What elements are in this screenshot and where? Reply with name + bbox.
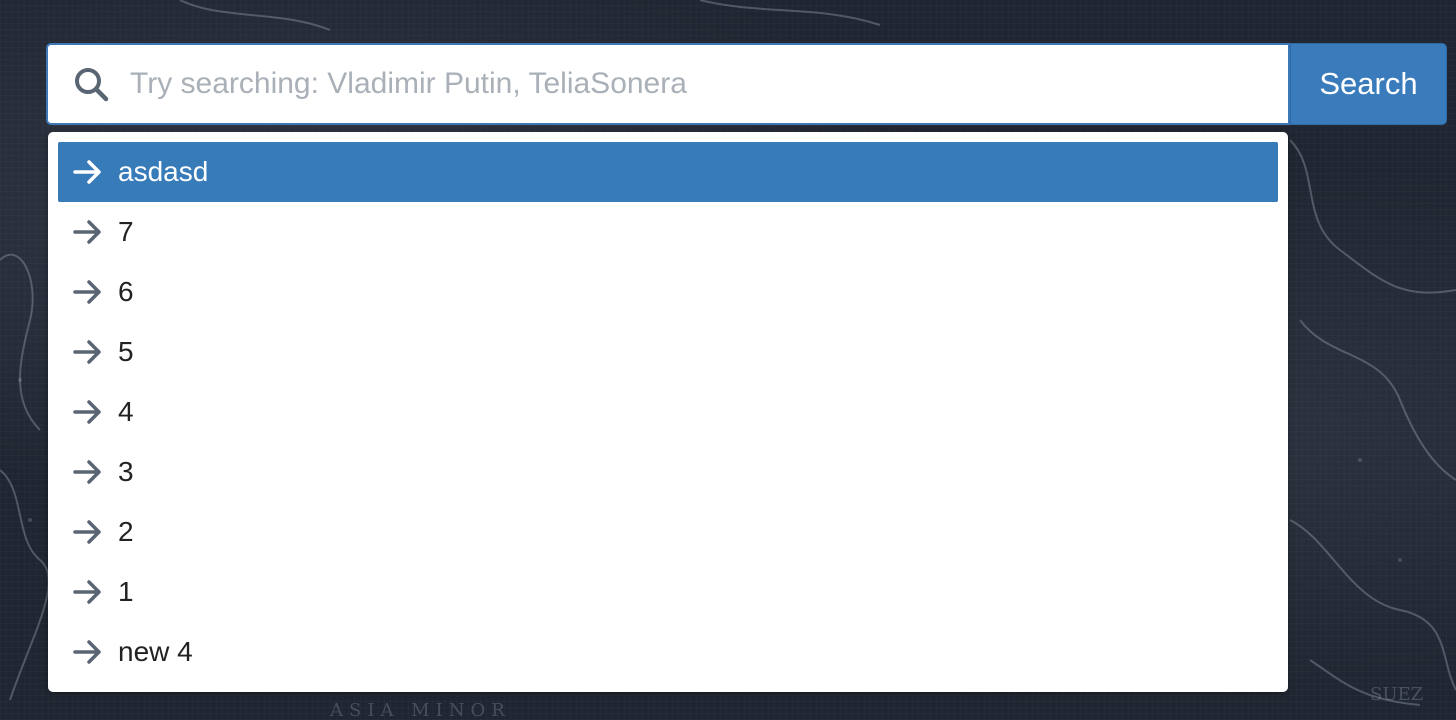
- search-icon: [72, 65, 110, 103]
- suggestion-item[interactable]: asdasd: [58, 142, 1278, 202]
- arrow-right-icon: [72, 456, 104, 488]
- arrow-right-icon: [72, 396, 104, 428]
- suggestion-item[interactable]: 2: [58, 502, 1278, 562]
- arrow-right-icon: [72, 336, 104, 368]
- suggestion-dropdown: asdasd 7 6 5 4 3 2 1 new 4: [48, 132, 1288, 692]
- map-label: ASIA MINOR: [329, 700, 511, 720]
- suggestion-item[interactable]: 6: [58, 262, 1278, 322]
- arrow-right-icon: [72, 516, 104, 548]
- suggestion-label: 5: [118, 336, 134, 367]
- search-input[interactable]: [130, 54, 1250, 114]
- arrow-right-icon: [72, 576, 104, 608]
- suggestion-label: 6: [118, 276, 134, 307]
- suggestion-item[interactable]: 4: [58, 382, 1278, 442]
- suggestion-item[interactable]: 7: [58, 202, 1278, 262]
- suggestion-item[interactable]: 1: [58, 562, 1278, 622]
- suggestion-label: new 4: [118, 636, 193, 667]
- suggestion-label: 7: [118, 216, 134, 247]
- svg-text:SUEZ: SUEZ: [1370, 684, 1423, 705]
- suggestion-label: 2: [118, 516, 134, 547]
- arrow-right-icon: [72, 636, 104, 668]
- search-bar: Search: [46, 43, 1447, 125]
- suggestion-item[interactable]: 5: [58, 322, 1278, 382]
- search-button[interactable]: Search: [1290, 43, 1447, 125]
- arrow-right-icon: [72, 156, 104, 188]
- suggestion-item[interactable]: new 4: [58, 622, 1278, 682]
- suggestion-label: asdasd: [118, 156, 209, 187]
- arrow-right-icon: [72, 276, 104, 308]
- suggestion-label: 4: [118, 396, 134, 427]
- search-field[interactable]: [46, 43, 1290, 125]
- arrow-right-icon: [72, 216, 104, 248]
- suggestion-item[interactable]: 3: [58, 442, 1278, 502]
- suggestion-label: 3: [118, 456, 134, 487]
- suggestion-label: 1: [118, 576, 134, 607]
